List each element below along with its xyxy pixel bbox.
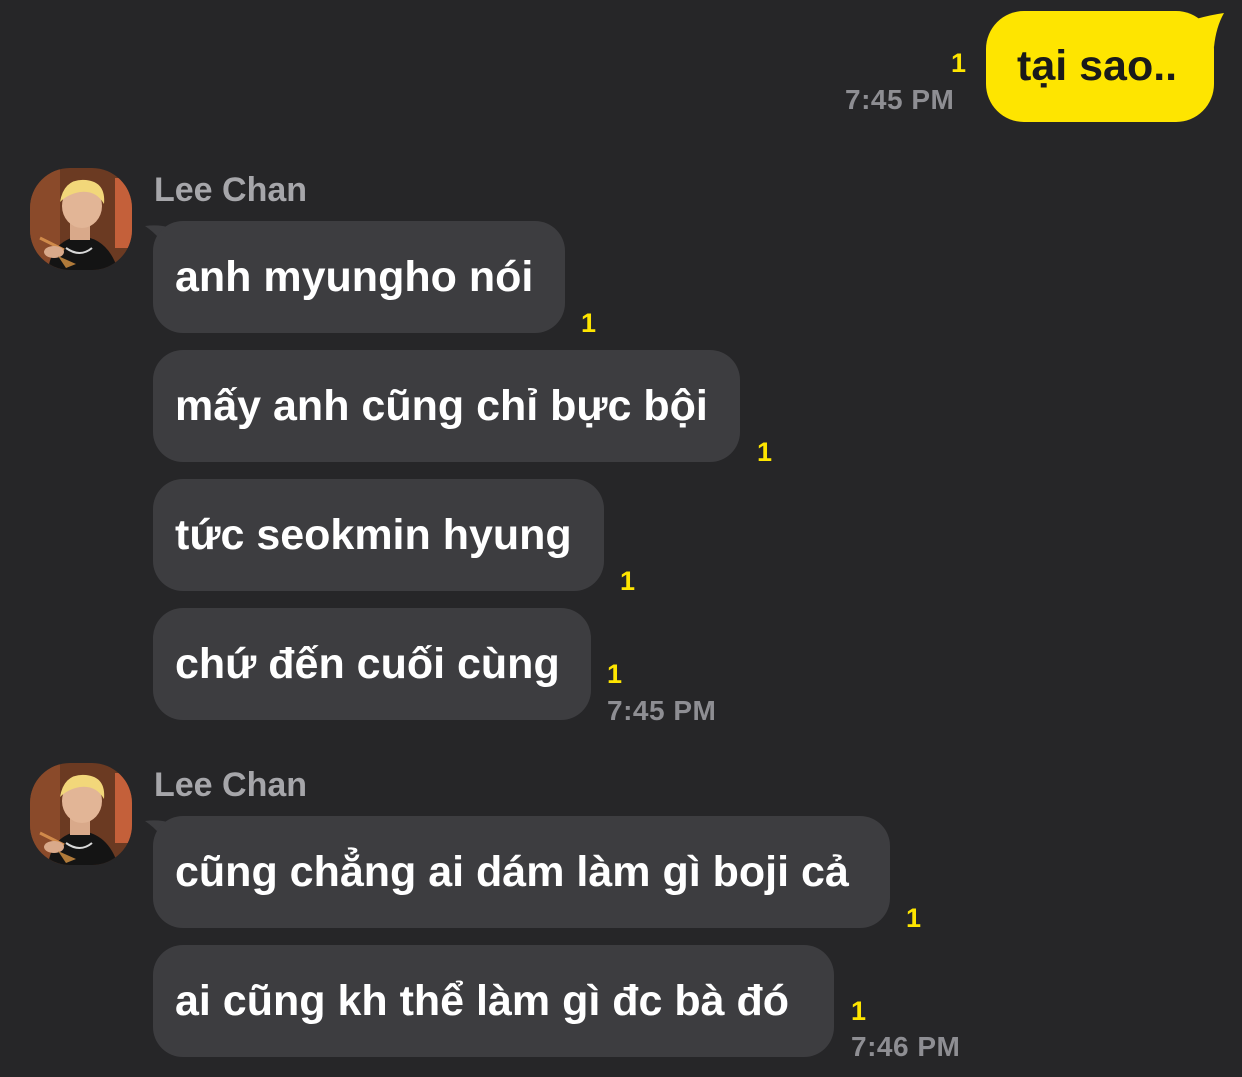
avatar[interactable] bbox=[30, 763, 132, 865]
unread-count: 1 bbox=[607, 659, 623, 689]
sender-name: Lee Chan bbox=[154, 171, 308, 209]
bubble-tail bbox=[1196, 13, 1224, 47]
message-time: 7:46 PM bbox=[851, 1031, 961, 1062]
message-bubble-outgoing[interactable]: tại sao.. bbox=[986, 11, 1214, 122]
avatar-photo bbox=[30, 168, 132, 270]
unread-count: 1 bbox=[906, 903, 922, 933]
message-bubble[interactable]: cũng chẳng ai dám làm gì boji cả bbox=[153, 816, 890, 928]
unread-count: 1 bbox=[851, 996, 867, 1026]
message-time: 7:45 PM bbox=[607, 695, 717, 726]
sender-name: Lee Chan bbox=[154, 766, 308, 804]
message-bubble[interactable]: chứ đến cuối cùng bbox=[153, 608, 591, 720]
unread-count: 1 bbox=[620, 566, 636, 596]
unread-count: 1 bbox=[581, 308, 597, 338]
message-bubble[interactable]: tức seokmin hyung bbox=[153, 479, 604, 591]
unread-count: 1 bbox=[951, 48, 967, 78]
message-bubble[interactable]: ai cũng kh thể làm gì đc bà đó bbox=[153, 945, 834, 1057]
message-bubble[interactable]: mấy anh cũng chỉ bực bội bbox=[153, 350, 740, 462]
message-time: 7:45 PM bbox=[845, 84, 955, 115]
avatar[interactable] bbox=[30, 168, 132, 270]
avatar-photo bbox=[30, 763, 132, 865]
unread-count: 1 bbox=[757, 437, 773, 467]
message-bubble[interactable]: anh myungho nói bbox=[153, 221, 565, 333]
